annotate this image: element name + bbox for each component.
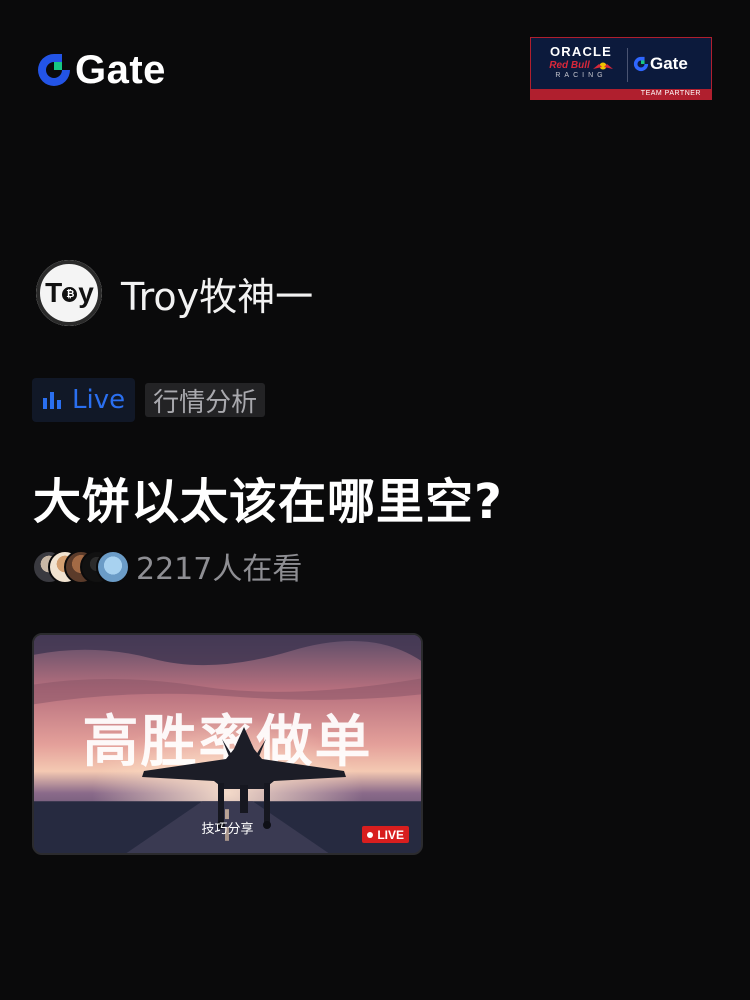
category-tag: 行情分析 — [145, 383, 266, 418]
team-partner-text: TEAM PARTNER — [640, 90, 701, 97]
viewer-avatars — [32, 549, 130, 584]
gate-logo-text: Gate — [75, 48, 166, 92]
partner-gate-logo: Gate — [633, 54, 688, 74]
live-badge: LIVE — [362, 826, 409, 843]
host-avatar[interactable]: T ₿ y — [36, 260, 102, 326]
viewer-avatar — [96, 550, 130, 584]
gate-logo: Gate — [36, 50, 166, 90]
stream-tags: Live 行情分析 — [32, 378, 266, 422]
team-partner-strip: TEAM PARTNER — [531, 89, 711, 99]
live-stream-card[interactable]: 高胜率做单 技巧分享 LIVE — [32, 633, 423, 855]
team-partner-badge: ORACLE Red Bull RACING Gate TEAM PARTNER — [530, 37, 712, 100]
viewer-count: 2217人在看 — [136, 552, 303, 587]
redbull-text: Red Bull — [549, 60, 590, 71]
live-bars-icon — [43, 392, 61, 409]
bull-icon — [592, 62, 613, 69]
live-dot-icon — [367, 831, 374, 838]
stream-title: 大饼以太该在哪里空? — [33, 474, 503, 530]
troy-logo-icon: T ₿ y — [45, 277, 94, 308]
live-tag-label: Live — [72, 385, 126, 415]
gate-logo-icon — [38, 54, 70, 86]
host-profile[interactable]: T ₿ y Troy牧神一 — [36, 260, 313, 326]
redbull-row: Red Bull — [539, 60, 623, 71]
live-share-page: Gate ORACLE Red Bull RACING Gate TEAM PA… — [0, 0, 750, 1000]
redbull-racing-logo: ORACLE Red Bull RACING — [539, 44, 623, 79]
partner-divider — [627, 48, 628, 82]
live-badge-label: LIVE — [377, 827, 404, 842]
oracle-text: ORACLE — [549, 44, 613, 59]
racing-text: RACING — [555, 72, 607, 79]
gate-logo-icon — [633, 56, 649, 72]
viewer-info: 2217人在看 — [32, 544, 302, 588]
live-tag: Live — [32, 378, 136, 422]
partner-gate-text: Gate — [650, 54, 688, 73]
host-name: Troy牧神一 — [121, 274, 314, 319]
